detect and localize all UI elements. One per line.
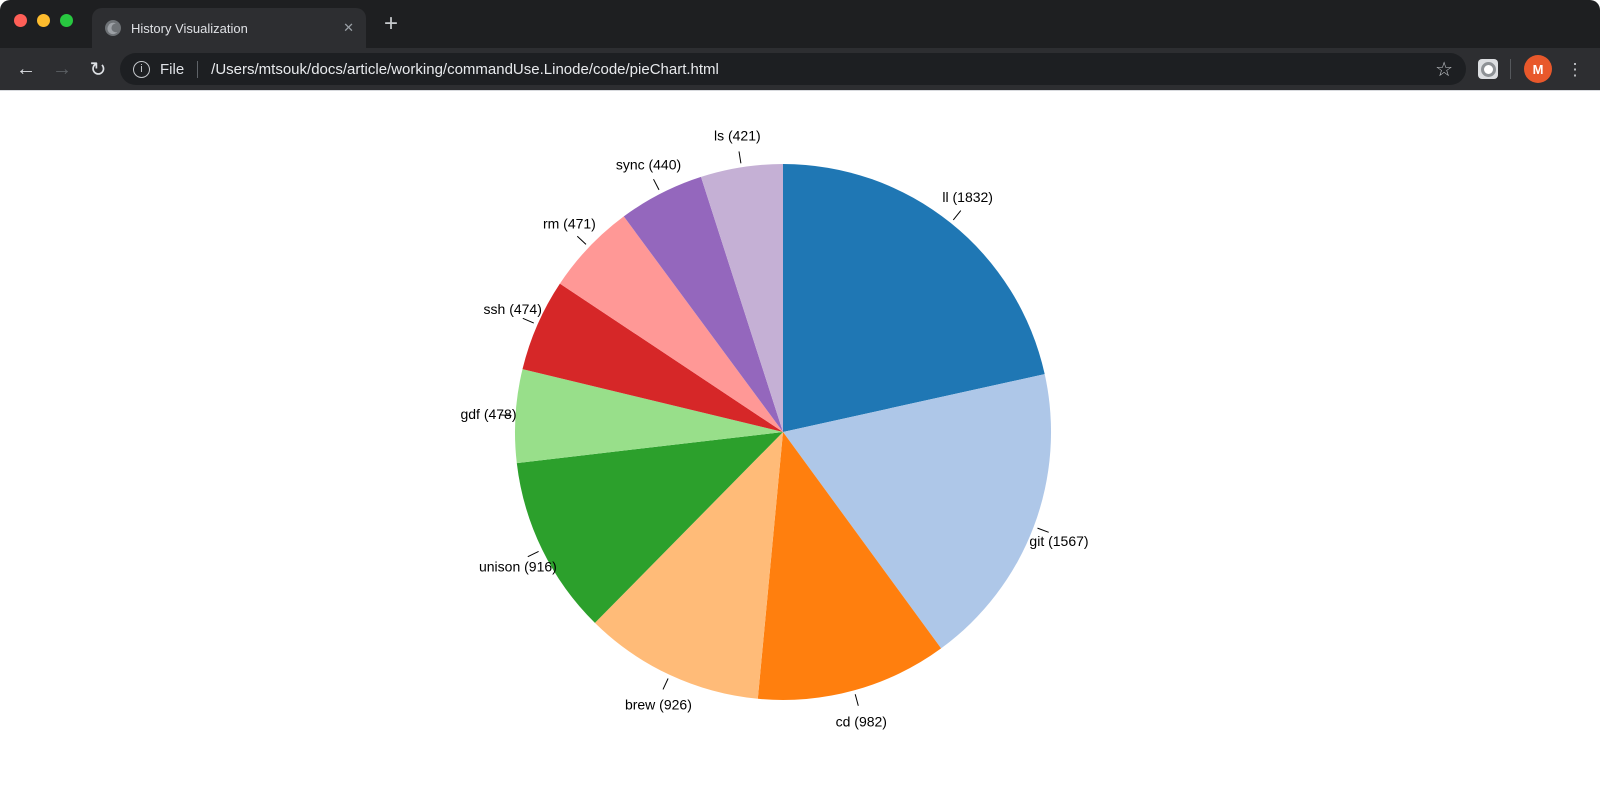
minimize-window-button[interactable]	[37, 14, 50, 27]
pie-label-tick-unison	[528, 551, 539, 556]
window-controls	[14, 14, 73, 27]
pie-label-git: git (1567)	[1029, 533, 1088, 549]
address-bar[interactable]: i File /Users/mtsouk/docs/article/workin…	[120, 53, 1466, 85]
browser-toolbar: ← → ↻ i File /Users/mtsouk/docs/article/…	[0, 48, 1600, 91]
close-window-button[interactable]	[14, 14, 27, 27]
pie-label-ls: ls (421)	[714, 128, 761, 144]
url-scheme-label: File	[160, 61, 184, 78]
forward-button[interactable]: →	[44, 51, 80, 87]
pie-label-tick-sync	[654, 179, 660, 190]
browser-menu-icon[interactable]: ⋮	[1562, 61, 1588, 78]
pie-label-unison: unison (916)	[479, 559, 557, 575]
url-text[interactable]: /Users/mtsouk/docs/article/working/comma…	[211, 61, 1425, 78]
toolbar-divider	[1510, 59, 1511, 79]
tab-close-icon[interactable]: ✕	[343, 20, 354, 36]
omnibox-divider	[197, 61, 198, 78]
pie-label-ll: ll (1832)	[942, 189, 993, 205]
pie-label-tick-cd	[855, 694, 858, 706]
extension-icon	[1481, 62, 1496, 77]
reload-button[interactable]: ↻	[80, 51, 116, 87]
tab-title: History Visualization	[131, 21, 335, 36]
pie-label-cd: cd (982)	[836, 713, 887, 729]
favicon-globe-icon	[105, 20, 121, 36]
pie-label-sync: sync (440)	[616, 156, 681, 172]
pie-label-tick-brew	[663, 679, 668, 690]
profile-avatar-button[interactable]: M	[1524, 55, 1552, 83]
pie-label-tick-rm	[577, 236, 586, 244]
zoom-window-button[interactable]	[60, 14, 73, 27]
back-button[interactable]: ←	[8, 51, 44, 87]
pie-label-gdf: gdf (478)	[460, 406, 516, 422]
active-tab[interactable]: History Visualization ✕	[92, 8, 366, 48]
pie-label-brew: brew (926)	[625, 696, 692, 712]
pie-label-tick-git	[1038, 528, 1049, 532]
page-info-icon[interactable]: i	[133, 61, 150, 78]
bookmark-star-icon[interactable]: ☆	[1435, 57, 1453, 82]
browser-window: History Visualization ✕ + ← → ↻ i File /…	[0, 0, 1600, 793]
pie-label-tick-ls	[739, 151, 741, 163]
page-content: ll (1832) git (1567) cd (982) brew (926) uni…	[0, 91, 1600, 793]
pie-label-ssh: ssh (474)	[484, 301, 542, 317]
pie-chart: ll (1832) git (1567) cd (982) brew (926) uni…	[0, 91, 1600, 793]
new-tab-button[interactable]: +	[378, 12, 404, 38]
extension-button[interactable]	[1478, 59, 1498, 79]
tab-strip: History Visualization ✕ +	[0, 0, 1600, 48]
pie-label-rm: rm (471)	[543, 216, 596, 232]
pie-label-tick-ll	[953, 211, 961, 220]
pie-label-tick-ssh	[523, 318, 534, 323]
